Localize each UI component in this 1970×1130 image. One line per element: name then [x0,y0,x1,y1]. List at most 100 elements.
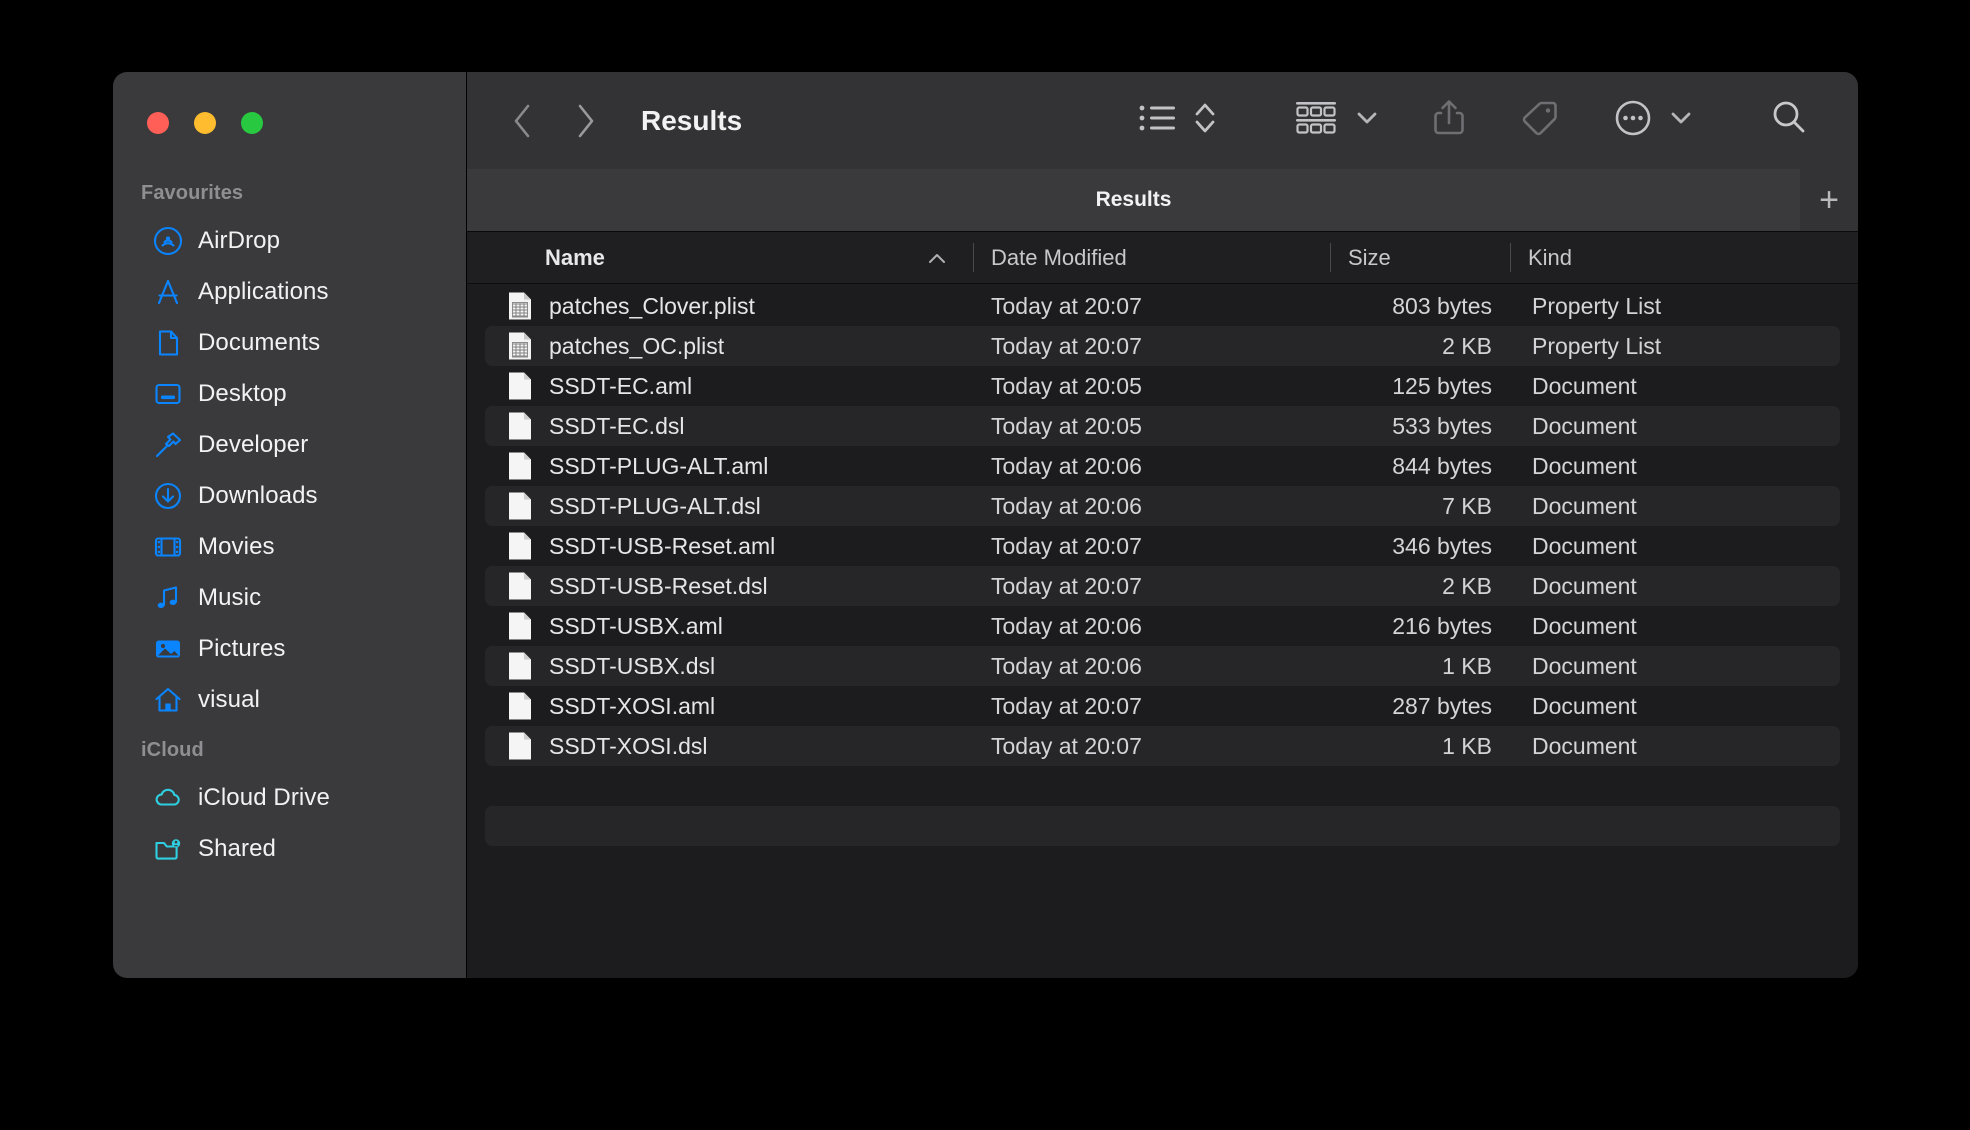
new-tab-button[interactable]: + [1800,169,1858,231]
file-kind-cell: Document [1532,732,1637,759]
plist-file-icon [507,331,533,361]
file-date-cell: Today at 20:06 [991,652,1142,679]
sidebar-item-label: Downloads [198,481,318,509]
back-button[interactable] [509,101,535,141]
file-name-label: SSDT-USB-Reset.aml [549,532,776,559]
table-row[interactable]: patches_Clover.plist Today at 20:07 803 by… [485,286,1840,326]
column-header-size[interactable]: Size [1330,232,1510,283]
sidebar-item-label: Developer [198,430,309,458]
page-title: Results [641,104,743,136]
column-divider [973,243,974,272]
sidebar-item-airdrop[interactable]: AirDrop [127,215,452,266]
table-row[interactable]: SSDT-USBX.dsl Today at 20:06 1 KB Document [485,646,1840,686]
file-date-cell: Today at 20:07 [991,532,1142,559]
plus-icon: + [1819,181,1839,219]
tab-bar: Results + [466,169,1858,232]
file-size-cell: 346 bytes [1392,532,1492,559]
sidebar-item-visual[interactable]: visual [127,674,452,725]
table-row[interactable]: SSDT-PLUG-ALT.dsl Today at 20:06 7 KB Docum… [485,486,1840,526]
sidebar-item-desktop[interactable]: Desktop [127,368,452,419]
blank-file-icon [507,411,533,441]
sidebar-item-music[interactable]: Music [127,572,452,623]
file-name-cell: SSDT-USBX.dsl [485,651,973,681]
sidebar-item-label: iCloud Drive [198,783,330,811]
file-name-label: SSDT-EC.aml [549,372,693,399]
tab-results[interactable]: Results [467,169,1800,231]
sidebar-item-label: Music [198,583,262,611]
blank-file-icon [507,531,533,561]
sidebar-item-movies[interactable]: Movies [127,521,452,572]
sidebar-item-developer[interactable]: Developer [127,419,452,470]
file-kind-cell: Document [1532,572,1637,599]
table-row[interactable]: SSDT-USBX.aml Today at 20:06 216 bytes Docu… [485,606,1840,646]
view-options-stepper[interactable] [1192,91,1218,151]
file-date-cell: Today at 20:07 [991,692,1142,719]
column-header-size-label: Size [1348,244,1391,270]
table-row[interactable]: SSDT-USB-Reset.dsl Today at 20:07 2 KB Docu… [485,566,1840,606]
sidebar-item-label: Documents [198,328,321,356]
table-row[interactable]: SSDT-XOSI.aml Today at 20:07 287 bytes Docu… [485,686,1840,726]
sidebar-item-shared[interactable]: Shared [127,823,452,874]
shared-folder-icon [153,834,183,864]
airdrop-icon [153,226,183,256]
column-header-kind[interactable]: Kind [1510,232,1858,283]
close-button[interactable] [147,112,169,134]
table-row[interactable]: patches_OC.plist Today at 20:07 2 KB Proper… [485,326,1840,366]
sidebar-item-applications[interactable]: Applications [127,266,452,317]
column-headers: Name Date Modified Size Kind [466,232,1858,284]
desktop-icon [153,379,183,409]
sidebar-item-label: AirDrop [198,226,281,254]
search-button[interactable] [1768,91,1810,151]
sidebar-item-icloud-drive[interactable]: iCloud Drive [127,772,452,823]
pictures-icon [153,634,183,664]
table-row[interactable]: SSDT-XOSI.dsl Today at 20:07 1 KB Document [485,726,1840,766]
table-row[interactable]: SSDT-PLUG-ALT.aml Today at 20:06 844 bytes… [485,446,1840,486]
column-header-name[interactable]: Name [467,232,973,283]
table-row[interactable]: SSDT-EC.dsl Today at 20:05 533 bytes Docume… [485,406,1840,446]
more-actions-button[interactable] [1612,91,1654,151]
more-actions-chevron[interactable] [1668,91,1694,151]
file-name-cell: SSDT-USBX.aml [485,611,973,641]
file-date-cell: Today at 20:05 [991,372,1142,399]
share-icon [1432,97,1466,144]
file-name-label: SSDT-USB-Reset.dsl [549,572,768,599]
sidebar-scroll-area[interactable]: Favourites AirDrop Applications Documents De… [113,168,466,874]
navigation-controls [509,101,599,141]
file-list[interactable]: patches_Clover.plist Today at 20:07 803 by… [466,284,1858,978]
file-date-cell: Today at 20:07 [991,732,1142,759]
table-row[interactable]: SSDT-USB-Reset.aml Today at 20:07 346 byte… [485,526,1840,566]
file-kind-cell: Document [1532,412,1637,439]
table-row[interactable]: SSDT-EC.aml Today at 20:05 125 bytes Docume… [485,366,1840,406]
downloads-icon [153,481,183,511]
blank-file-icon [507,371,533,401]
view-as-list-button[interactable] [1138,91,1178,151]
file-name-label: SSDT-EC.dsl [549,412,685,439]
file-name-cell: SSDT-EC.aml [485,371,973,401]
column-divider [1330,243,1331,272]
column-header-date-modified[interactable]: Date Modified [973,232,1330,283]
sidebar-item-downloads[interactable]: Downloads [127,470,452,521]
group-by-chevron[interactable] [1354,91,1380,151]
file-kind-cell: Document [1532,652,1637,679]
file-kind-cell: Document [1532,692,1637,719]
chevron-down-icon [1668,108,1694,133]
sidebar-item-documents[interactable]: Documents [127,317,452,368]
maximize-button[interactable] [241,112,263,134]
share-button[interactable] [1432,91,1466,151]
forward-button[interactable] [573,101,599,141]
group-by-button[interactable] [1292,91,1340,151]
blank-file-icon [507,571,533,601]
sidebar-item-label: Pictures [198,634,286,662]
file-kind-cell: Document [1532,372,1637,399]
minimize-button[interactable] [194,112,216,134]
file-date-cell: Today at 20:06 [991,452,1142,479]
file-name-cell: patches_Clover.plist [485,291,973,321]
sidebar-item-pictures[interactable]: Pictures [127,623,452,674]
ellipsis-circle-icon [1612,97,1654,144]
file-name-cell: patches_OC.plist [485,331,973,361]
blank-file-icon [507,731,533,761]
file-date-cell: Today at 20:06 [991,612,1142,639]
home-icon [153,685,183,715]
tag-button[interactable] [1518,91,1560,151]
file-size-cell: 1 KB [1442,652,1492,679]
